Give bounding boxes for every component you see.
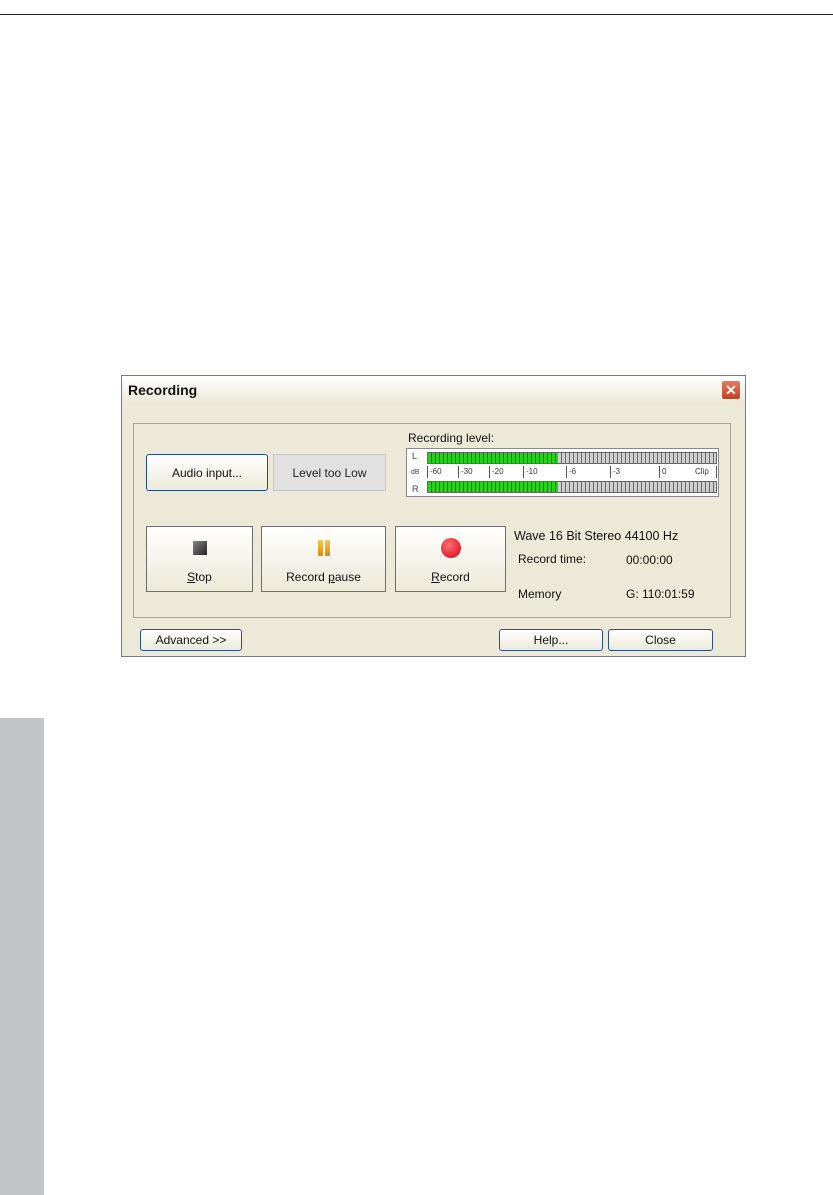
left-level-rest — [557, 453, 716, 463]
stop-mnemonic: S — [187, 570, 196, 584]
pause-label-post: ause — [334, 570, 361, 584]
db-unit-label: dB — [411, 469, 420, 476]
dialog-title: Recording — [128, 382, 198, 398]
recording-dialog: Recording ✕ Audio input... Level too Low… — [121, 375, 746, 657]
record-button[interactable]: Record — [395, 526, 506, 592]
record-time-label: Record time: — [518, 552, 587, 566]
close-button[interactable]: Close — [608, 629, 713, 651]
record-pause-button[interactable]: Record pause — [261, 526, 386, 592]
pause-icon — [317, 540, 330, 556]
right-level-bar — [427, 481, 717, 493]
pause-label-pre: Record — [286, 570, 329, 584]
memory-label: Memory — [518, 587, 562, 601]
db-scale: -60 -30 -20 -10 -6 -3 0 Clip — [427, 466, 717, 479]
record-time-value: 00:00:00 — [626, 553, 673, 567]
db-scale-tick: 0 — [659, 466, 666, 478]
record-label-rest: ecord — [439, 570, 470, 584]
recording-level-label: Recording level: — [408, 431, 495, 445]
right-channel-label: R — [412, 484, 419, 494]
db-scale-tick: -30 — [458, 466, 473, 478]
db-scale-tick: -20 — [489, 466, 504, 478]
db-scale-tick: -60 — [427, 466, 442, 478]
right-level-rest — [557, 482, 716, 492]
side-margin-tab — [0, 718, 44, 1195]
close-icon[interactable]: ✕ — [721, 380, 741, 400]
stop-label-rest: top — [195, 570, 212, 584]
record-dot-icon — [440, 538, 461, 558]
db-scale-end — [716, 466, 717, 478]
title-bar[interactable]: Recording ✕ — [122, 376, 745, 403]
level-meter: L dB R -60 -30 -20 -10 -6 -3 0 Clip — [406, 448, 719, 497]
left-level-fill — [428, 453, 558, 463]
record-mnemonic: R — [431, 570, 440, 584]
stop-button-label: Stop — [187, 570, 212, 584]
help-button[interactable]: Help... — [499, 629, 603, 651]
db-scale-tick: -6 — [566, 466, 576, 478]
advanced-button[interactable]: Advanced >> — [140, 629, 242, 651]
right-level-fill — [428, 482, 558, 492]
memory-value: G: 110:01:59 — [626, 587, 695, 601]
db-scale-tick: Clip — [695, 467, 709, 476]
db-scale-tick: -10 — [523, 466, 538, 478]
audio-input-button[interactable]: Audio input... — [146, 454, 268, 491]
stop-square-icon — [192, 541, 207, 555]
left-level-bar — [427, 452, 717, 464]
record-pause-label: Record pause — [286, 570, 361, 584]
db-scale-tick: -3 — [610, 466, 620, 478]
page-header-rule — [0, 14, 833, 15]
pause-mnemonic: p — [328, 570, 335, 584]
stop-button[interactable]: Stop — [146, 526, 253, 592]
record-button-label: Record — [431, 570, 470, 584]
level-status-display: Level too Low — [273, 454, 386, 491]
audio-format: Wave 16 Bit Stereo 44100 Hz — [514, 529, 679, 543]
left-channel-label: L — [412, 451, 418, 461]
